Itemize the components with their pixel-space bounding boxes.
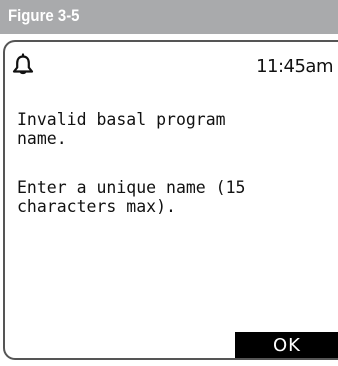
device-screen: 11:45am Invalid basal program name. Ente… xyxy=(3,40,338,360)
instruction-message: Enter a unique name (15 characters max). xyxy=(17,178,246,216)
figure-label: Figure 3-5 xyxy=(8,6,80,25)
error-message: Invalid basal program name. xyxy=(17,110,226,148)
bell-icon xyxy=(11,52,35,76)
status-time: 11:45am xyxy=(256,56,333,77)
ok-button[interactable]: OK xyxy=(235,332,338,358)
figure-tab: Figure 3-5 xyxy=(0,0,338,34)
